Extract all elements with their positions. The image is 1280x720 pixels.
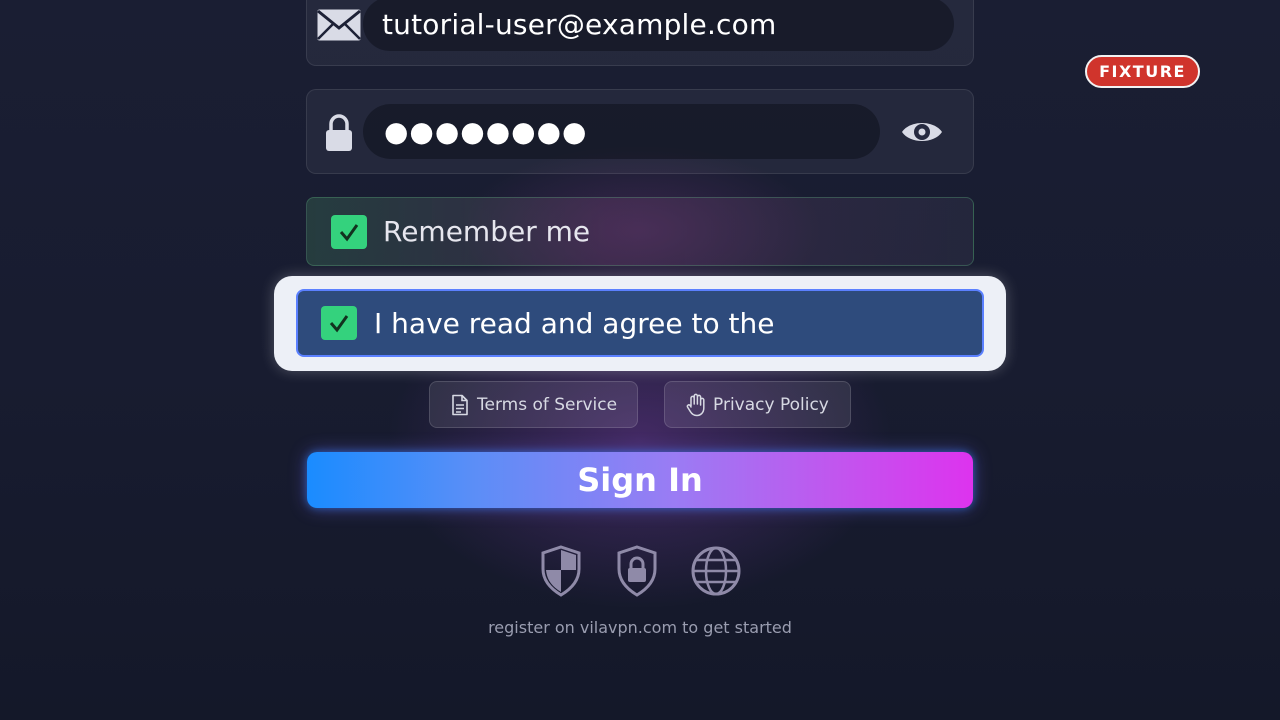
- password-field[interactable]: ●●●●●●●●: [306, 89, 974, 174]
- eye-icon[interactable]: [897, 112, 947, 152]
- sign-in-label: Sign In: [577, 461, 703, 499]
- email-field[interactable]: tutorial-user@example.com: [306, 0, 974, 66]
- register-hint: register on vilavpn.com to get started: [488, 618, 792, 637]
- shield-lock-icon: [609, 543, 665, 599]
- sign-in-button[interactable]: Sign In: [307, 452, 973, 508]
- fixture-badge: FIXTURE: [1085, 55, 1200, 88]
- document-icon: [449, 393, 471, 417]
- checkmark-icon[interactable]: [331, 214, 367, 249]
- terms-of-service-button[interactable]: Terms of Service: [429, 381, 638, 428]
- hand-icon: [685, 393, 707, 417]
- agree-terms-label: I have read and agree to the: [374, 306, 775, 340]
- privacy-policy-button[interactable]: Privacy Policy: [664, 381, 851, 428]
- email-input[interactable]: tutorial-user@example.com: [363, 0, 954, 51]
- envelope-icon: [315, 5, 363, 45]
- remember-me-checkbox[interactable]: Remember me: [306, 197, 974, 266]
- password-input[interactable]: ●●●●●●●●: [363, 104, 880, 159]
- remember-me-label: Remember me: [383, 215, 591, 248]
- checkmark-icon[interactable]: [321, 306, 357, 340]
- lock-icon: [323, 112, 355, 154]
- globe-icon: [688, 543, 744, 599]
- email-value: tutorial-user@example.com: [382, 7, 777, 41]
- privacy-policy-label: Privacy Policy: [713, 394, 829, 415]
- terms-of-service-label: Terms of Service: [477, 394, 618, 415]
- shield-icon: [533, 543, 589, 599]
- agree-terms-checkbox[interactable]: I have read and agree to the: [296, 289, 984, 357]
- password-value: ●●●●●●●●: [384, 115, 588, 148]
